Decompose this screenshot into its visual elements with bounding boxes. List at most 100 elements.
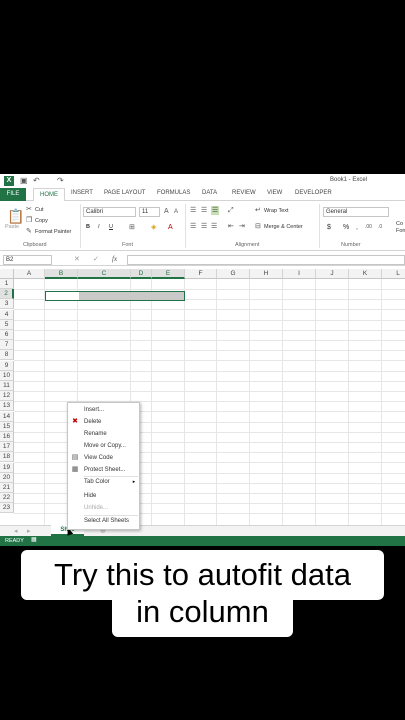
scroll-left-icon[interactable]: ◂ xyxy=(14,527,18,536)
macro-record-icon[interactable]: ▦ xyxy=(31,536,37,545)
paste-button[interactable]: Paste xyxy=(5,224,19,230)
row-header-11[interactable]: 11 xyxy=(0,381,14,391)
decrease-indent-icon[interactable]: ⇤ xyxy=(228,222,234,231)
decrease-decimal-icon[interactable]: .0 xyxy=(378,223,382,232)
redo-icon[interactable]: ↷ xyxy=(57,176,64,185)
context-menu-item-hide[interactable]: Hide xyxy=(84,493,96,499)
tab-data[interactable]: DATA xyxy=(202,190,217,196)
italic-button[interactable]: I xyxy=(98,224,100,230)
context-menu-item-delete[interactable]: Delete xyxy=(84,419,101,425)
column-header-d[interactable]: D xyxy=(131,269,152,279)
row-header-1[interactable]: 1 xyxy=(0,279,14,289)
row-header-16[interactable]: 16 xyxy=(0,432,14,442)
save-icon[interactable]: ▣ xyxy=(20,176,28,185)
context-menu-item-unhide[interactable]: Unhide... xyxy=(84,505,108,511)
row-header-15[interactable]: 15 xyxy=(0,421,14,432)
tab-page-layout[interactable]: PAGE LAYOUT xyxy=(104,190,145,196)
row-header-18[interactable]: 18 xyxy=(0,452,14,463)
row-header-21[interactable]: 21 xyxy=(0,483,14,493)
column-header-b[interactable]: B xyxy=(45,269,78,279)
increase-decimal-icon[interactable]: .00 xyxy=(365,223,372,232)
row-header-19[interactable]: 19 xyxy=(0,462,14,473)
tab-review[interactable]: REVIEW xyxy=(232,190,256,196)
row-header-6[interactable]: 6 xyxy=(0,330,14,340)
align-top-icon[interactable]: ☰ xyxy=(190,206,196,215)
row-header-9[interactable]: 9 xyxy=(0,360,14,371)
column-header-f[interactable]: F xyxy=(185,269,217,279)
column-header-e[interactable]: E xyxy=(152,269,185,279)
wrap-text-button[interactable]: Wrap Text xyxy=(264,208,289,214)
tab-insert[interactable]: INSERT xyxy=(71,190,93,196)
merge-center-button[interactable]: Merge & Center xyxy=(264,224,303,230)
context-menu-item-insert[interactable]: Insert... xyxy=(84,407,104,413)
cancel-icon[interactable]: ✕ xyxy=(74,255,80,264)
copy-button[interactable]: Copy xyxy=(35,218,48,224)
tab-developer[interactable]: DEVELOPER xyxy=(295,190,332,196)
spreadsheet-grid[interactable]: A B C D E F G H I J K L 1 2 3 4 5 6 7 8 9 10 11 12 13 14 15 16 17 18 1… xyxy=(0,269,405,525)
shrink-font-icon[interactable]: A xyxy=(174,208,178,217)
align-middle-icon[interactable]: ☰ xyxy=(201,206,207,215)
bold-button[interactable]: B xyxy=(86,224,90,230)
row-header-20[interactable]: 20 xyxy=(0,472,14,483)
currency-button[interactable]: $ xyxy=(327,224,331,231)
orientation-icon[interactable]: ⤢ xyxy=(228,206,234,215)
row-header-14[interactable]: 14 xyxy=(0,411,14,422)
row-header-4[interactable]: 4 xyxy=(0,309,14,320)
percent-button[interactable]: % xyxy=(343,224,349,231)
context-menu-item-rename[interactable]: Rename xyxy=(84,431,107,437)
column-header-g[interactable]: G xyxy=(217,269,250,279)
align-right-icon[interactable]: ☰ xyxy=(211,222,217,231)
align-left-icon[interactable]: ☰ xyxy=(190,222,196,231)
grow-font-icon[interactable]: A xyxy=(164,207,169,216)
paste-icon[interactable]: 📋 xyxy=(7,209,24,223)
row-header-8[interactable]: 8 xyxy=(0,350,14,361)
row-header-23[interactable]: 23 xyxy=(0,503,14,514)
comma-style-icon[interactable]: , xyxy=(356,223,358,232)
scroll-right-icon[interactable]: ▸ xyxy=(27,527,31,536)
column-header-a[interactable]: A xyxy=(14,269,45,279)
formula-input[interactable] xyxy=(127,255,405,265)
conditional-formatting-button[interactable]: Co Fon xyxy=(396,221,405,235)
context-menu-item-move-or-copy[interactable]: Move or Copy... xyxy=(84,443,126,449)
font-size-box[interactable]: 11 xyxy=(139,207,160,217)
fill-color-icon[interactable]: ◈ xyxy=(151,223,156,232)
enter-icon[interactable]: ✓ xyxy=(93,255,99,264)
column-header-l[interactable]: L xyxy=(382,269,405,279)
align-bottom-icon[interactable]: ☰ xyxy=(211,206,220,215)
font-color-icon[interactable]: A xyxy=(168,223,173,232)
context-menu-item-view-code[interactable]: View Code xyxy=(84,455,113,461)
tab-file[interactable]: FILE xyxy=(0,188,26,201)
row-header-2[interactable]: 2 xyxy=(0,289,14,300)
column-header-j[interactable]: J xyxy=(316,269,349,279)
context-menu-item-select-all-sheets[interactable]: Select All Sheets xyxy=(84,518,129,524)
tab-view[interactable]: VIEW xyxy=(267,190,282,196)
borders-icon[interactable]: ⊞ xyxy=(129,223,135,232)
column-header-h[interactable]: H xyxy=(250,269,283,279)
column-header-k[interactable]: K xyxy=(349,269,382,279)
name-box[interactable]: B2 xyxy=(3,255,52,265)
row-header-10[interactable]: 10 xyxy=(0,370,14,381)
row-header-3[interactable]: 3 xyxy=(0,299,14,310)
underline-button[interactable]: U xyxy=(109,224,113,230)
row-header-22[interactable]: 22 xyxy=(0,493,14,504)
format-painter-button[interactable]: Format Painter xyxy=(35,229,71,235)
tab-home[interactable]: HOME xyxy=(33,188,65,202)
cut-button[interactable]: Cut xyxy=(35,207,44,213)
context-menu-item-tab-color[interactable]: Tab Color xyxy=(84,479,110,485)
row-header-17[interactable]: 17 xyxy=(0,442,14,453)
increase-indent-icon[interactable]: ⇥ xyxy=(239,222,245,231)
tab-formulas[interactable]: FORMULAS xyxy=(157,190,190,196)
undo-icon[interactable]: ↶ xyxy=(33,176,40,185)
row-header-13[interactable]: 13 xyxy=(0,401,14,412)
align-center-icon[interactable]: ☰ xyxy=(201,222,207,231)
number-format-box[interactable]: General xyxy=(323,207,389,217)
font-name-box[interactable]: Calibri xyxy=(83,207,136,217)
row-header-7[interactable]: 7 xyxy=(0,340,14,351)
select-all-corner[interactable] xyxy=(0,269,14,279)
row-header-12[interactable]: 12 xyxy=(0,391,14,402)
insert-function-icon[interactable]: fx xyxy=(112,255,117,264)
context-menu-item-protect-sheet[interactable]: Protect Sheet... xyxy=(84,467,125,473)
column-header-i[interactable]: I xyxy=(283,269,316,279)
column-header-c[interactable]: C xyxy=(78,269,131,279)
row-header-5[interactable]: 5 xyxy=(0,319,14,330)
